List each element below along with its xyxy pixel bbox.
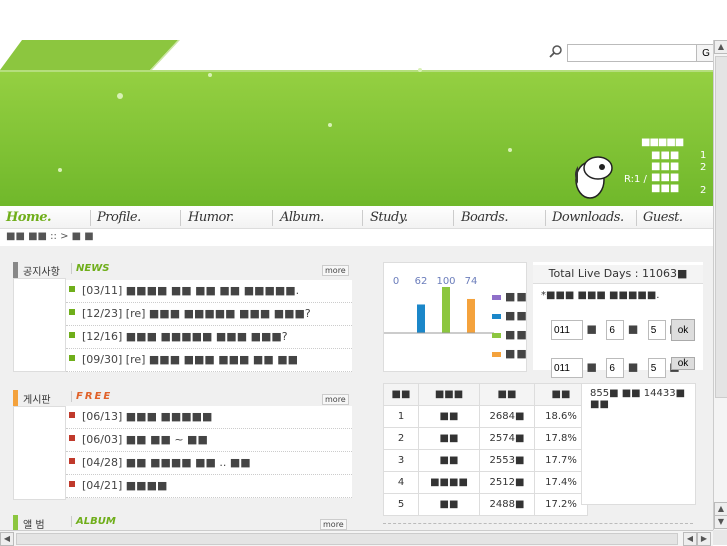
stats-summary: 855■ ■■ 14433■ ■■ xyxy=(581,383,696,505)
bar-label: 62 xyxy=(415,276,428,287)
chart-legend: ■■ ■■ ■■ ■■ xyxy=(492,290,528,366)
horizontal-scrollbar[interactable]: ◀ ◀ ▶ xyxy=(0,530,713,546)
scroll-right-icon: ▶ xyxy=(697,532,711,546)
list-item[interactable]: [09/30] [re] ■■■ ■■■ ■■■ ■■ ■■ xyxy=(66,349,352,372)
year-field[interactable] xyxy=(551,358,583,378)
legend-item: ■■ xyxy=(492,290,528,309)
list-item[interactable]: [12/16] ■■■ ■■■■■ ■■■ ■■■? xyxy=(66,326,352,349)
scroll-left-icon: ◀ xyxy=(683,532,697,546)
scroll-down-icon: ▼ xyxy=(714,515,727,529)
list-item[interactable]: [04/21] ■■■■ xyxy=(66,475,352,498)
free-title-en: FREE xyxy=(71,391,112,402)
counter-subtitle: *■■■ ■■■ ■■■■■. xyxy=(541,290,660,301)
legend-item: ■■ xyxy=(492,309,528,328)
table-row: 1 ■■ 2684■ 18.6% xyxy=(383,405,588,428)
breadcrumb: ■■ ■■ :: > ■ ■ xyxy=(6,231,94,242)
main-nav: Home. Profile. Humor. Album. Study. Boar… xyxy=(0,206,713,229)
day-field[interactable] xyxy=(647,320,666,340)
nav-study[interactable]: Study. xyxy=(370,210,408,225)
ok-button[interactable]: ok xyxy=(671,357,695,370)
list-item[interactable]: [12/23] [re] ■■■ ■■■■■ ■■■ ■■■? xyxy=(66,303,352,326)
header-banner: ■■■■■ ■■■ ■■■ ■■■ ■■■ R:1 / 1 2 2 xyxy=(0,40,713,210)
year-field[interactable] xyxy=(551,320,583,340)
col-header: ■■ xyxy=(479,383,535,406)
album-more-button[interactable]: more xyxy=(320,519,347,530)
free-more-button[interactable]: more xyxy=(322,394,349,405)
month-field[interactable] xyxy=(606,320,625,340)
bar xyxy=(442,287,450,333)
date-row-2: ■ ■ ■ xyxy=(551,358,680,378)
table-row: 4 ■■■■ 2512■ 17.4% xyxy=(383,471,588,494)
list-item[interactable]: [06/03] ■■ ■■ ~ ■■ xyxy=(66,429,352,452)
date-row-1: ■ ■ ■ xyxy=(551,320,680,340)
list-item[interactable]: [06/13] ■■■ ■■■■■ xyxy=(66,406,352,429)
nav-boards[interactable]: Boards. xyxy=(461,210,508,225)
vertical-scrollbar[interactable]: ▲ ▲ ▼ xyxy=(713,40,727,530)
ok-button[interactable]: ok xyxy=(671,319,695,341)
nav-guest[interactable]: Guest. xyxy=(643,210,683,225)
notice-side xyxy=(13,278,66,372)
bar-label: 74 xyxy=(465,276,478,287)
free-header: 게시판 FREE xyxy=(13,390,353,406)
notice-header: 공지사항 NEWS xyxy=(13,262,353,278)
banner-side-num: 2 xyxy=(700,162,707,173)
nav-profile[interactable]: Profile. xyxy=(97,210,141,225)
live-days-label: Total Live Days : 11063■ xyxy=(533,265,703,284)
counter-panel: Total Live Days : 11063■ *■■■ ■■■ ■■■■■.… xyxy=(533,262,703,378)
list-item[interactable]: [03/11] ■■■■ ■■ ■■ ■■ ■■■■■. xyxy=(66,280,352,303)
scroll-thumb[interactable] xyxy=(715,56,727,398)
album-title-en: ALBUM xyxy=(71,516,116,527)
banner-dots: ■■■■■ xyxy=(641,137,684,148)
scroll-left-icon: ◀ xyxy=(0,532,14,546)
list-item[interactable]: [04/28] ■■ ■■■■ ■■ .. ■■ xyxy=(66,452,352,475)
album-title: 앨 범 xyxy=(23,520,45,531)
scroll-thumb-h[interactable] xyxy=(16,533,678,545)
album-header: 앨 범 ALBUM xyxy=(13,515,353,531)
table-header: ■■ ■■■ ■■ ■■ xyxy=(383,383,588,406)
scroll-corner xyxy=(713,530,727,545)
notice-more-button[interactable]: more xyxy=(322,265,349,276)
legend-item: ■■ xyxy=(492,328,528,347)
col-header: ■■ xyxy=(534,383,588,406)
nav-home[interactable]: Home. xyxy=(6,210,52,225)
scroll-up-icon: ▲ xyxy=(714,40,727,54)
table-row: 3 ■■ 2553■ 17.7% xyxy=(383,449,588,472)
banner-side-num: 2 xyxy=(700,185,707,196)
nav-downloads[interactable]: Downloads. xyxy=(552,210,624,225)
col-header: ■■■ xyxy=(418,383,480,406)
day-field[interactable] xyxy=(647,358,666,378)
stats-table: ■■ ■■■ ■■ ■■ 1 ■■ 2684■ 18.6% 2 ■■ 2574■ 17.8%… xyxy=(383,383,588,516)
legend-item: ■■ xyxy=(492,347,528,366)
bar xyxy=(417,304,425,333)
free-side xyxy=(13,406,66,500)
month-field[interactable] xyxy=(606,358,625,378)
table-row: 5 ■■ 2488■ 17.2% xyxy=(383,493,588,516)
col-header: ■■ xyxy=(383,383,419,406)
banner-side-num: 1 xyxy=(700,150,707,161)
banner-corner-text: R:1 / xyxy=(624,174,647,185)
notice-title: 공지사항 xyxy=(23,267,60,278)
divider xyxy=(383,523,693,524)
bar xyxy=(467,298,475,333)
bar-label: 0 xyxy=(393,276,399,287)
nav-humor[interactable]: Humor. xyxy=(188,210,234,225)
notice-title-en: NEWS xyxy=(71,263,109,274)
nav-album[interactable]: Album. xyxy=(280,210,324,225)
bar-label: 100 xyxy=(436,276,455,287)
free-title: 게시판 xyxy=(23,395,51,406)
banner-grid: ■■■ ■■■ ■■■ ■■■ xyxy=(651,150,680,194)
scroll-up-icon: ▲ xyxy=(714,502,727,516)
table-row: 2 ■■ 2574■ 17.8% xyxy=(383,427,588,450)
